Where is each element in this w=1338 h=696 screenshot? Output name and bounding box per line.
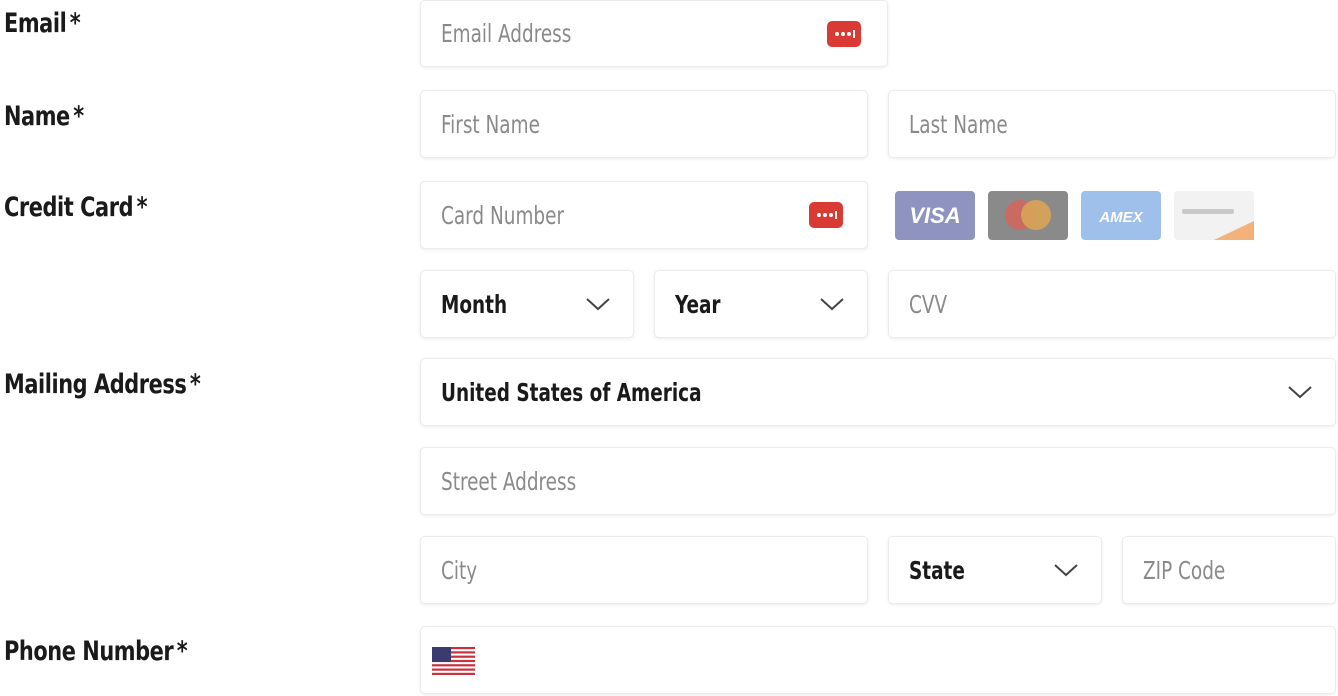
mailing-address-label-text: Mailing Address bbox=[4, 369, 187, 400]
required-mark: * bbox=[69, 8, 81, 39]
required-mark: * bbox=[136, 192, 148, 223]
required-mark: * bbox=[176, 636, 188, 667]
expiry-year-select[interactable]: Year bbox=[654, 270, 868, 338]
discover-logo-icon bbox=[1174, 191, 1254, 240]
phone-number-label-text: Phone Number bbox=[4, 636, 174, 667]
cvv-input[interactable]: CVV bbox=[888, 270, 1336, 338]
amex-logo-icon: AMEX bbox=[1081, 191, 1161, 240]
name-label: Name * bbox=[4, 101, 84, 132]
street-address-placeholder: Street Address bbox=[441, 466, 577, 496]
visa-logo-text: VISA bbox=[909, 203, 960, 228]
zip-code-placeholder: ZIP Code bbox=[1143, 555, 1226, 585]
card-number-placeholder: Card Number bbox=[441, 200, 565, 230]
state-select[interactable]: State bbox=[888, 536, 1102, 604]
expiry-month-select[interactable]: Month bbox=[420, 270, 634, 338]
chevron-down-icon bbox=[820, 298, 844, 311]
card-number-input[interactable]: Card Number bbox=[420, 181, 868, 249]
street-address-input[interactable]: Street Address bbox=[420, 447, 1336, 515]
zip-code-input[interactable]: ZIP Code bbox=[1122, 536, 1336, 604]
visa-logo-icon: VISA bbox=[895, 191, 975, 240]
expiry-month-value: Month bbox=[441, 289, 508, 319]
mailing-address-label: Mailing Address * bbox=[4, 369, 201, 400]
city-input[interactable]: City bbox=[420, 536, 868, 604]
amex-logo-text: AMEX bbox=[1098, 209, 1143, 226]
phone-number-input[interactable] bbox=[420, 626, 1336, 694]
first-name-placeholder: First Name bbox=[441, 109, 540, 139]
required-mark: * bbox=[73, 101, 84, 132]
chevron-down-icon bbox=[586, 298, 610, 311]
country-value: United States of America bbox=[441, 377, 702, 407]
name-label-text: Name bbox=[4, 101, 70, 132]
mastercard-logo-icon bbox=[988, 191, 1068, 240]
password-manager-icon[interactable] bbox=[827, 20, 861, 47]
us-flag-icon[interactable] bbox=[432, 647, 475, 675]
city-placeholder: City bbox=[441, 555, 478, 585]
email-label: Email * bbox=[4, 8, 81, 39]
first-name-input[interactable]: First Name bbox=[420, 90, 868, 158]
chevron-down-icon bbox=[1054, 564, 1078, 577]
last-name-placeholder: Last Name bbox=[909, 109, 1008, 139]
cvv-placeholder: CVV bbox=[909, 289, 948, 319]
password-manager-icon[interactable] bbox=[809, 202, 843, 228]
chevron-down-icon bbox=[1288, 386, 1312, 399]
phone-number-label: Phone Number * bbox=[4, 636, 188, 667]
email-placeholder: Email Address bbox=[441, 19, 572, 48]
credit-card-label: Credit Card * bbox=[4, 192, 148, 223]
credit-card-label-text: Credit Card bbox=[4, 192, 134, 223]
required-mark: * bbox=[189, 369, 201, 400]
expiry-year-value: Year bbox=[675, 289, 721, 319]
email-input[interactable]: Email Address bbox=[420, 0, 888, 67]
state-value: State bbox=[909, 555, 965, 585]
country-select[interactable]: United States of America bbox=[420, 358, 1336, 426]
email-label-text: Email bbox=[4, 8, 67, 39]
last-name-input[interactable]: Last Name bbox=[888, 90, 1336, 158]
